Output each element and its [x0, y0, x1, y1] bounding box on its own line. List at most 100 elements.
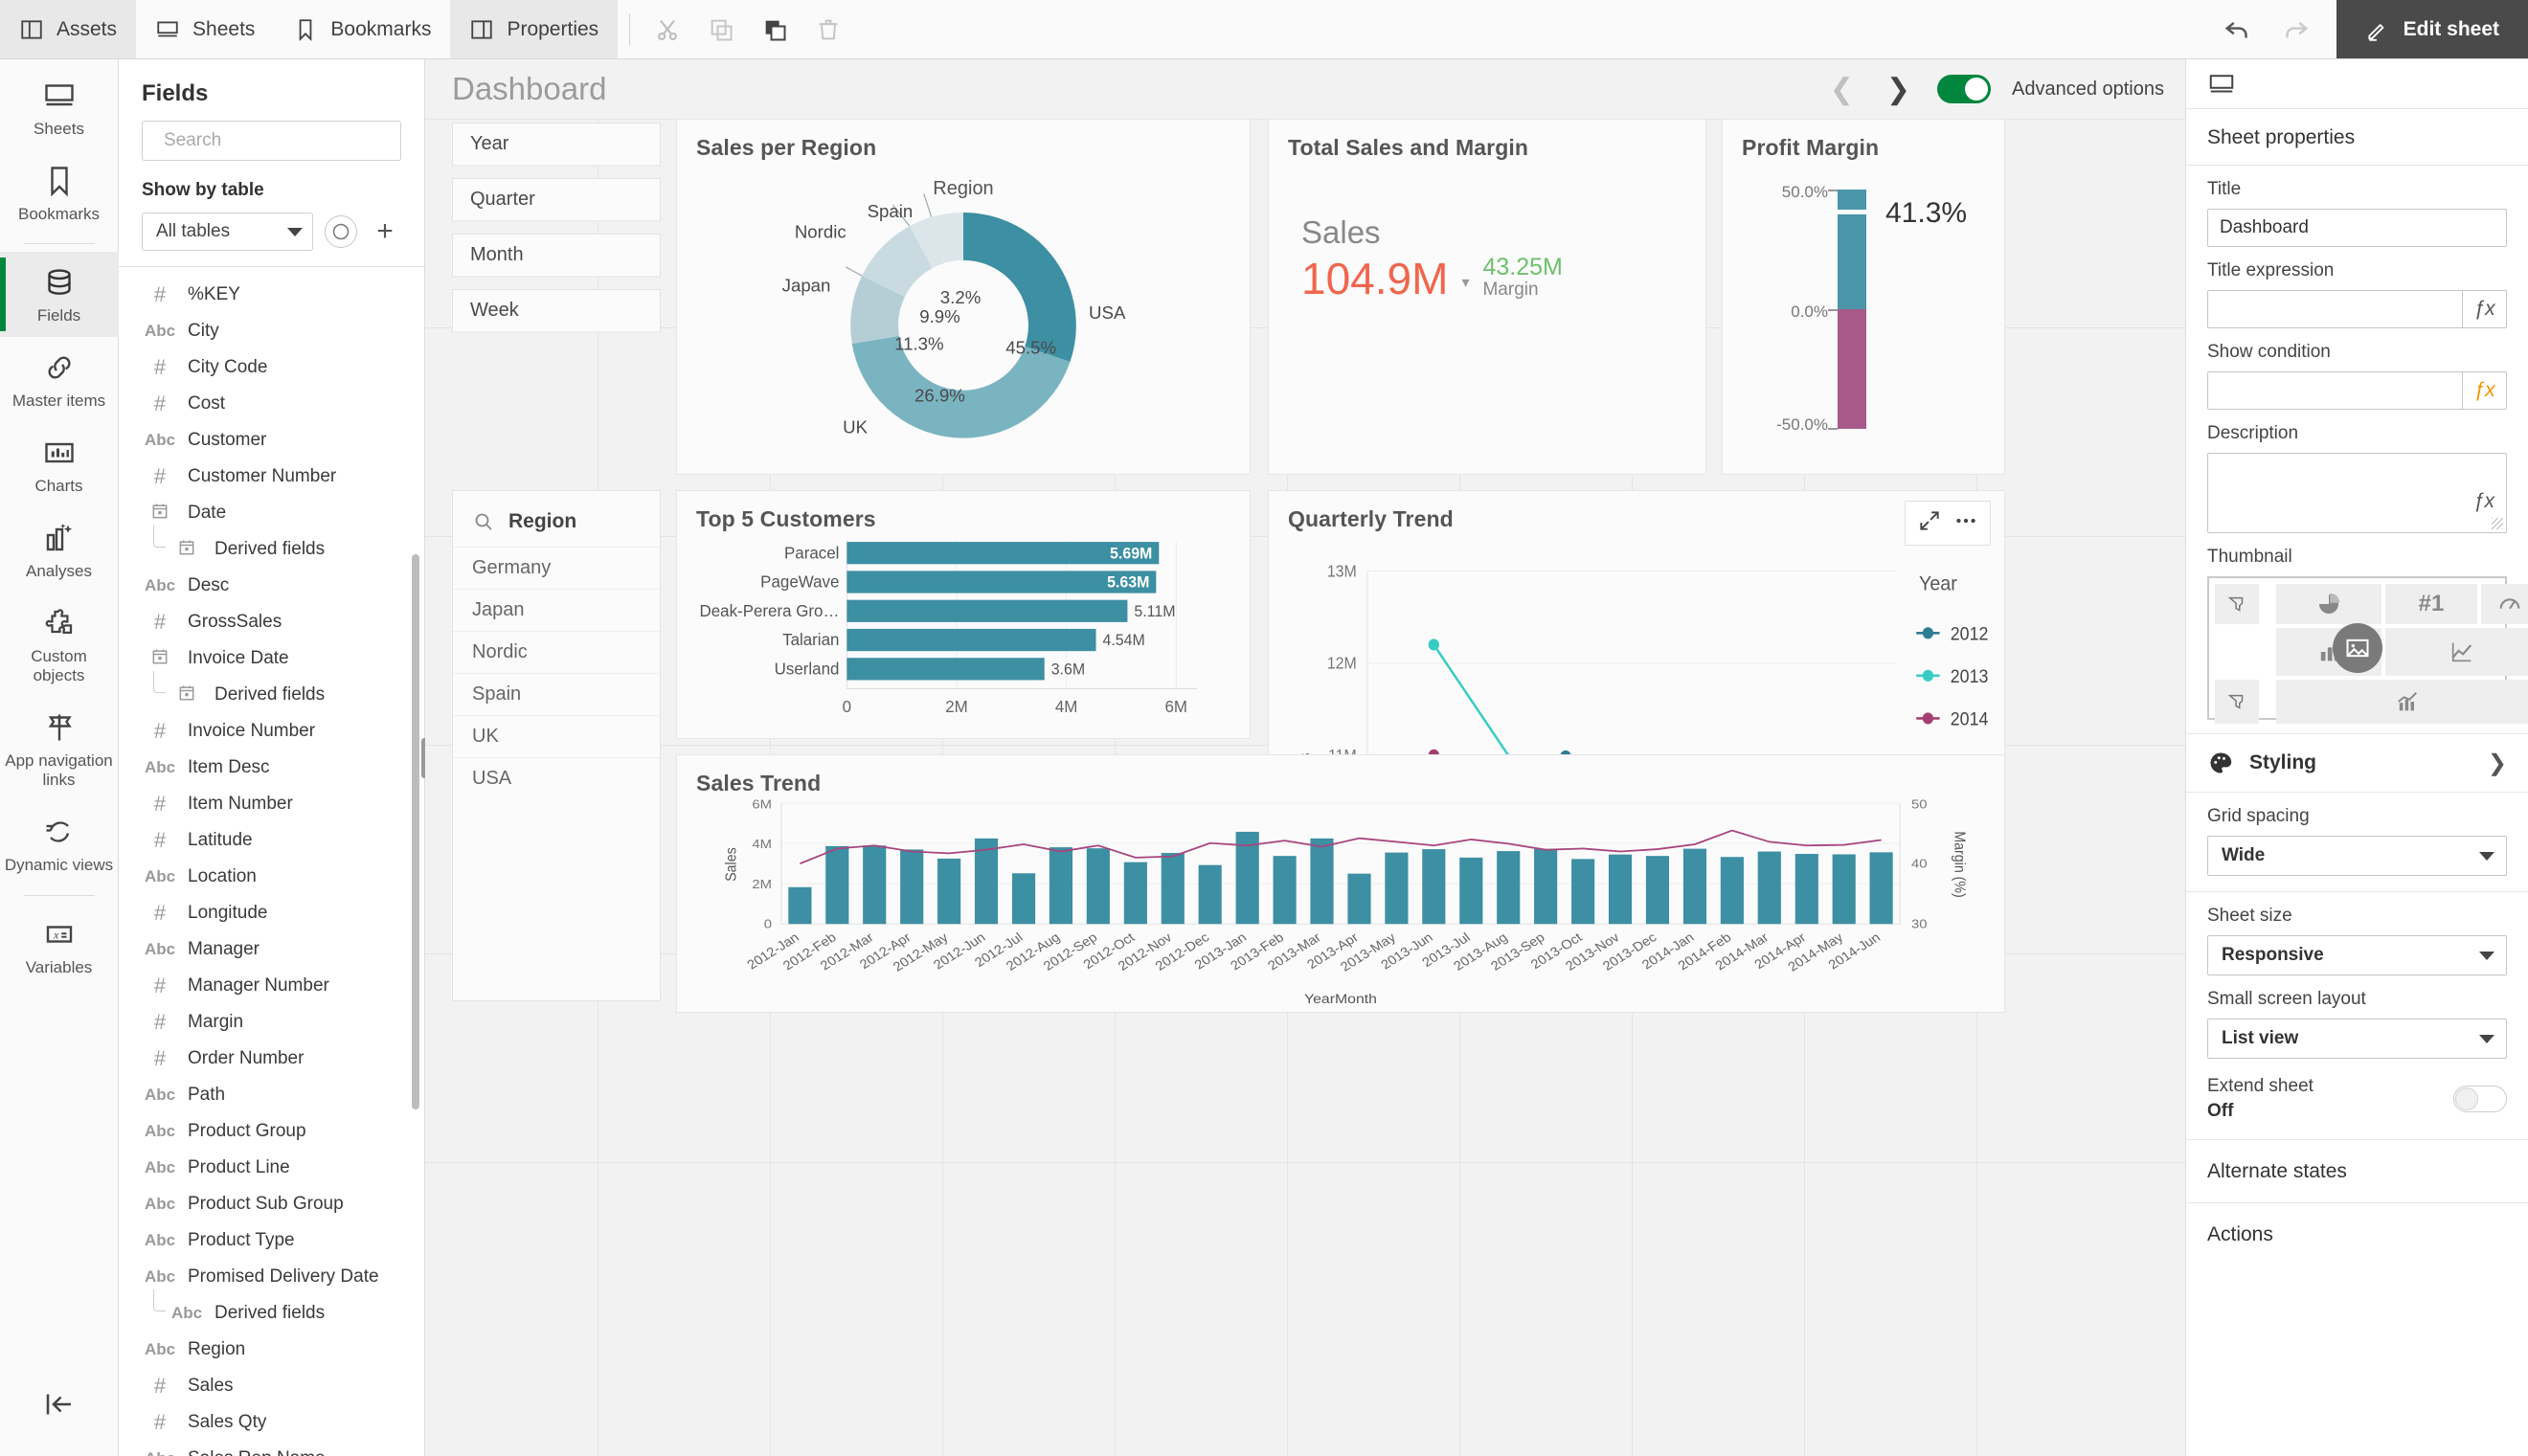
title-input[interactable]: Dashboard: [2207, 209, 2507, 247]
chevron-left-icon[interactable]: ❮: [1824, 73, 1860, 106]
field-item[interactable]: # %KEY: [119, 277, 424, 313]
field-item[interactable]: Abc Product Group: [119, 1113, 424, 1150]
fx-button-description[interactable]: ƒx: [2473, 490, 2494, 513]
field-item[interactable]: # Longitude: [119, 895, 424, 931]
sales-trend-bar[interactable]: [1347, 873, 1371, 925]
edit-sheet-button[interactable]: Edit sheet: [2336, 0, 2528, 58]
resize-grip-icon[interactable]: [2492, 518, 2503, 529]
thumbnail-preview[interactable]: #1: [2207, 576, 2528, 724]
top5-customers-chart[interactable]: Top 5 Customers Paracel PageWave Deak-Pe…: [676, 490, 1251, 739]
field-item[interactable]: Abc Desc: [119, 568, 424, 604]
field-item[interactable]: Derived fields: [119, 671, 424, 713]
bar-deak-perera[interactable]: [846, 599, 1128, 622]
chevron-right-icon[interactable]: ❯: [1881, 73, 1916, 106]
field-item[interactable]: # Margin: [119, 1004, 424, 1041]
filter-week[interactable]: Week: [452, 289, 661, 333]
copy-icon[interactable]: [699, 8, 743, 52]
table-select[interactable]: All tables: [142, 213, 313, 251]
field-item[interactable]: # Latitude: [119, 822, 424, 859]
rail-item-analyses[interactable]: Analyses: [0, 507, 119, 593]
sales-trend-chart[interactable]: Sales Trend 6M 4M 2M 0 Sales 50 40 30 Ma…: [676, 754, 2005, 1013]
region-item[interactable]: USA: [453, 757, 660, 799]
show-condition-field[interactable]: [2208, 372, 2462, 409]
sales-trend-bar[interactable]: [1608, 854, 1633, 925]
sales-trend-bar[interactable]: [1832, 854, 1856, 925]
filter-month[interactable]: Month: [452, 234, 661, 278]
field-item[interactable]: # Manager Number: [119, 968, 424, 1004]
fields-search-input[interactable]: [164, 130, 398, 151]
field-item[interactable]: # Cost: [119, 386, 424, 422]
field-item[interactable]: Abc City: [119, 313, 424, 349]
small-screen-select[interactable]: List view: [2207, 1019, 2507, 1059]
description-textarea[interactable]: ƒx: [2207, 453, 2507, 533]
sales-trend-bar[interactable]: [1459, 857, 1483, 925]
field-item[interactable]: # Order Number: [119, 1041, 424, 1077]
region-item[interactable]: Spain: [453, 673, 660, 715]
rail-item-charts[interactable]: Charts: [0, 422, 119, 507]
sales-trend-bar[interactable]: [1571, 859, 1595, 925]
preview-toggle-button[interactable]: [325, 215, 357, 248]
region-item[interactable]: Germany: [453, 547, 660, 589]
sales-trend-bar[interactable]: [1161, 853, 1185, 925]
toolbar-assets[interactable]: Assets: [0, 0, 137, 58]
sales-trend-bar[interactable]: [1497, 851, 1521, 925]
title-expression-field[interactable]: [2208, 291, 2462, 327]
expand-icon[interactable]: [1917, 508, 1942, 538]
rail-collapse-button[interactable]: [0, 1374, 119, 1456]
rail-item-master-items[interactable]: Master items: [0, 337, 119, 422]
rail-item-custom-objects[interactable]: Custom objects: [0, 593, 119, 697]
add-field-button[interactable]: +: [369, 215, 401, 248]
sales-trend-bar[interactable]: [1422, 849, 1446, 925]
toolbar-sheets[interactable]: Sheets: [136, 0, 274, 58]
region-filter-pane[interactable]: Region Germany Japan Nordic Spain UK USA: [452, 490, 661, 1001]
extend-sheet-toggle[interactable]: [2453, 1086, 2507, 1112]
rail-item-fields[interactable]: Fields: [0, 252, 119, 338]
sales-trend-bar[interactable]: [1682, 848, 1707, 925]
profit-margin-gauge[interactable]: Profit Margin 50.0% 0.0% -50.0% 41.3%: [1722, 119, 2005, 475]
fx-button-title[interactable]: ƒx: [2462, 291, 2506, 327]
sales-trend-bar[interactable]: [825, 845, 849, 925]
sales-per-region-chart[interactable]: Sales per Region Region Spain Nordic Jap…: [676, 119, 1251, 475]
sales-trend-bar[interactable]: [1869, 852, 1893, 925]
field-item[interactable]: Abc Item Desc: [119, 750, 424, 786]
toolbar-properties[interactable]: Properties: [450, 0, 619, 58]
rail-item-dynamic-views[interactable]: Dynamic views: [0, 801, 119, 886]
field-item[interactable]: # Customer Number: [119, 459, 424, 495]
rail-item-variables[interactable]: x Variables: [0, 904, 119, 989]
sales-trend-bar[interactable]: [788, 886, 812, 925]
chevron-right-icon[interactable]: ❯: [2488, 750, 2507, 777]
sales-trend-bar[interactable]: [1757, 851, 1781, 925]
search-icon[interactable]: [472, 510, 495, 533]
filter-quarter[interactable]: Quarter: [452, 178, 661, 222]
field-item[interactable]: Abc Region: [119, 1332, 424, 1368]
cut-icon[interactable]: [645, 8, 689, 52]
rail-item-sheets[interactable]: Sheets: [0, 65, 119, 150]
actions-row[interactable]: Actions: [2186, 1202, 2528, 1266]
rail-item-bookmarks[interactable]: Bookmarks: [0, 150, 119, 235]
sales-trend-bar[interactable]: [1011, 873, 1036, 925]
sales-trend-bar[interactable]: [1123, 862, 1147, 925]
sales-trend-bar[interactable]: [1794, 854, 1818, 925]
sales-trend-bar[interactable]: [1720, 857, 1744, 925]
sales-trend-bar[interactable]: [1086, 848, 1110, 925]
field-item[interactable]: # City Code: [119, 349, 424, 386]
region-item[interactable]: UK: [453, 715, 660, 757]
region-item[interactable]: Japan: [453, 589, 660, 631]
sales-trend-bar[interactable]: [1273, 856, 1297, 925]
sheet-icon[interactable]: [2207, 70, 2236, 99]
field-item[interactable]: # Invoice Number: [119, 713, 424, 750]
sales-trend-bar[interactable]: [1645, 856, 1670, 925]
fields-list[interactable]: # %KEY Abc City # City Code # Cost Abc Customer # C…: [119, 267, 424, 1456]
rail-item-app-navigation-links[interactable]: App navigation links: [0, 697, 119, 801]
title-expression-input[interactable]: ƒx: [2207, 290, 2507, 328]
filter-year[interactable]: Year: [452, 123, 661, 167]
alternate-states-row[interactable]: Alternate states: [2186, 1139, 2528, 1202]
paste-icon[interactable]: [753, 8, 797, 52]
qt-legend-2013[interactable]: 2013: [1951, 665, 1989, 686]
sales-trend-bar[interactable]: [1310, 838, 1334, 925]
bar-talarian[interactable]: [846, 628, 1096, 652]
bar-userland[interactable]: [846, 658, 1045, 681]
fx-button-show-condition[interactable]: ƒx: [2462, 372, 2506, 409]
field-item[interactable]: # Item Number: [119, 786, 424, 822]
fields-scrollbar[interactable]: [412, 554, 419, 1109]
